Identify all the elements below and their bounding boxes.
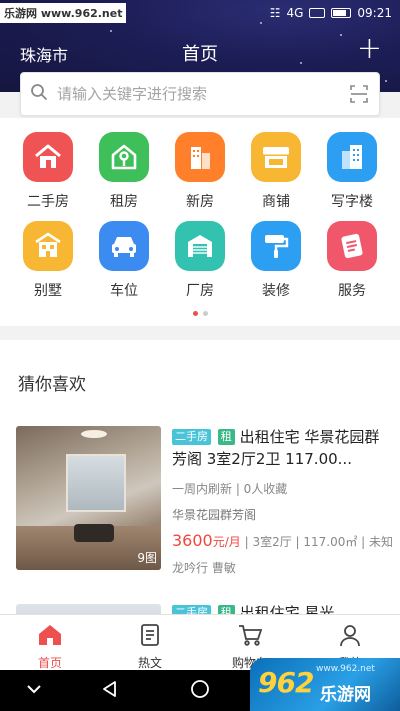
listing-card[interactable]: 9图 二手房 租 出租住宅 华景花园群芳阁 3室2厅2卫 117.00... 一…	[16, 426, 393, 575]
article-icon	[138, 623, 162, 651]
factory-icon	[175, 221, 225, 271]
type-tag: 二手房	[172, 429, 211, 445]
back-icon[interactable]	[100, 679, 120, 703]
tab-label: 首页	[37, 656, 62, 670]
brand-watermark: 962 www.962.net 乐游网	[250, 658, 400, 711]
brand-name: 乐游网	[320, 685, 371, 705]
page-title: 首页	[182, 44, 218, 65]
brand-url: www.962.net	[316, 664, 375, 674]
listing-title-line: 二手房 租 出租住宅 华景花园群芳阁 3室2厅2卫 117.00...	[172, 426, 386, 470]
listing-meta: 一周内刷新 | 0人收藏	[172, 482, 288, 496]
listing-price: 3600	[172, 531, 213, 550]
recommend-section: 猜你喜欢 9图 二手房 租 出租住宅 华景花园群芳阁 3室2厅2卫 117.00…	[0, 340, 400, 620]
category-decoration[interactable]: 装修	[238, 221, 314, 300]
category-office[interactable]: 写字楼	[314, 132, 390, 211]
status-bar: 乐游网 www.962.net ☷ 4G 09:21	[0, 0, 400, 28]
plus-icon[interactable]: +	[357, 34, 382, 64]
category-label: 别墅	[34, 283, 62, 299]
watermark: 乐游网 www.962.net	[0, 3, 127, 23]
car-icon	[99, 221, 149, 271]
shop-icon	[251, 132, 301, 182]
chevron-down-icon[interactable]	[24, 679, 44, 703]
search-icon	[21, 83, 57, 105]
category-second-hand[interactable]: 二手房	[10, 132, 86, 211]
category-shop[interactable]: 商铺	[238, 132, 314, 211]
category-service[interactable]: 服务	[314, 221, 390, 300]
building-icon	[175, 132, 225, 182]
signal-icon	[309, 8, 326, 18]
tab-articles[interactable]: 热文	[100, 615, 200, 670]
top-nav: 珠海市 首页 +	[0, 34, 400, 68]
category-panel: 二手房 租房 新房 商铺 写字楼 别墅 车位 厂房 装修 服务	[0, 118, 400, 326]
hand-icon	[327, 221, 377, 271]
paint-roller-icon	[251, 221, 301, 271]
home-circle-icon[interactable]	[190, 679, 210, 703]
listing-community: 华景花园群芳阁	[172, 508, 257, 522]
vibrate-icon: ☷	[269, 6, 281, 20]
search-bar[interactable]	[20, 72, 380, 116]
listing-specs: | 3室2厅 | 117.00㎡ | 未知	[240, 535, 394, 549]
tab-label: 热文	[137, 656, 162, 670]
category-label: 车位	[110, 283, 138, 299]
price-line: 3600元/月 | 3室2厅 | 117.00㎡ | 未知	[172, 531, 393, 550]
house-icon	[23, 132, 73, 182]
category-factory[interactable]: 厂房	[162, 221, 238, 300]
user-icon	[338, 623, 362, 651]
home-icon	[37, 623, 63, 651]
category-rent[interactable]: 租房	[86, 132, 162, 211]
category-label: 厂房	[186, 283, 214, 299]
photo-count: 9图	[137, 551, 157, 565]
category-label: 新房	[186, 194, 214, 210]
carousel-dot-active[interactable]	[192, 311, 198, 316]
category-label: 写字楼	[331, 194, 373, 210]
category-label: 租房	[110, 194, 138, 210]
villa-icon	[23, 221, 73, 271]
listing-agent: 龙吟行 曹敏	[172, 561, 236, 575]
office-icon	[327, 132, 377, 182]
category-parking[interactable]: 车位	[86, 221, 162, 300]
cart-icon	[237, 623, 263, 651]
price-unit: 元/月	[212, 535, 241, 549]
status-time: 09:21	[357, 6, 392, 20]
brand-logo: 962	[258, 666, 314, 699]
listing-photo[interactable]: 9图	[16, 426, 161, 570]
network-label: 4G	[286, 6, 304, 20]
carousel-indicator	[0, 311, 400, 316]
category-villa[interactable]: 别墅	[10, 221, 86, 300]
section-title: 猜你喜欢	[18, 375, 86, 395]
scan-icon[interactable]	[339, 84, 379, 104]
battery-icon	[331, 8, 352, 18]
category-label: 装修	[262, 283, 290, 299]
key-house-icon	[99, 132, 149, 182]
rent-tag: 租	[217, 429, 235, 445]
carousel-dot[interactable]	[202, 311, 208, 316]
category-new-house[interactable]: 新房	[162, 132, 238, 211]
search-input[interactable]	[57, 85, 339, 103]
category-label: 二手房	[27, 194, 69, 210]
category-label: 服务	[338, 283, 366, 299]
category-label: 商铺	[262, 194, 290, 210]
tab-home[interactable]: 首页	[0, 615, 100, 670]
